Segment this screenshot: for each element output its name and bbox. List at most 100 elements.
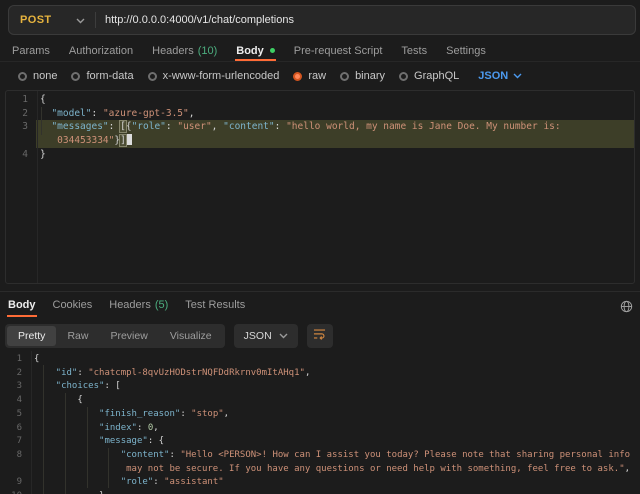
request-tab-headers[interactable]: Headers(10) <box>151 40 218 61</box>
body-mode-label: x-www-form-urlencoded <box>163 70 280 82</box>
body-mode-label: raw <box>308 70 326 82</box>
request-tab-tests[interactable]: Tests <box>400 40 428 61</box>
wrap-lines-button[interactable] <box>307 324 333 348</box>
code-line: 4} <box>6 148 634 162</box>
tab-label: Body <box>236 45 264 57</box>
tab-count-badge: (10) <box>198 45 218 57</box>
response-format-select[interactable]: JSON <box>234 324 298 348</box>
line-number: 3 <box>6 120 36 134</box>
tab-label: Cookies <box>53 299 93 311</box>
code-text: } <box>30 490 640 494</box>
view-preview[interactable]: Preview <box>99 326 158 346</box>
code-text: "messages": [{"role": "user", "content":… <box>36 120 634 147</box>
url-bar: POST http://0.0.0.0:4000/v1/chat/complet… <box>8 5 636 35</box>
body-mode-binary[interactable]: binary <box>340 70 385 82</box>
code-text: "content": "Hello <PERSON>! How can I as… <box>30 449 640 476</box>
code-line: 1{ <box>6 93 634 107</box>
radio-icon <box>293 72 302 81</box>
line-number: 4 <box>6 148 36 162</box>
tab-label: Headers <box>109 299 151 311</box>
text-cursor <box>127 134 132 145</box>
code-line: 3"messages": [{"role": "user", "content"… <box>6 120 634 147</box>
radio-icon <box>399 72 408 81</box>
response-tab-cookies[interactable]: Cookies <box>52 292 94 317</box>
code-text: "role": "assistant" <box>30 476 640 490</box>
code-line: 1{ <box>0 353 640 367</box>
body-mode-graphql[interactable]: GraphQL <box>399 70 459 82</box>
body-mode-none[interactable]: none <box>18 70 57 82</box>
line-number: 1 <box>6 93 36 107</box>
body-mode-label: none <box>33 70 57 82</box>
line-number: 6 <box>0 422 30 436</box>
response-view-switcher: PrettyRawPreviewVisualize <box>5 324 225 348</box>
url-bar-divider <box>95 12 96 28</box>
line-number: 1 <box>0 353 30 367</box>
body-mode-label: form-data <box>86 70 133 82</box>
view-raw[interactable]: Raw <box>56 326 99 346</box>
body-format-select[interactable]: JSON <box>478 70 522 82</box>
line-number: 7 <box>0 435 30 449</box>
request-tab-params[interactable]: Params <box>11 40 51 61</box>
globe-icon[interactable] <box>618 298 634 314</box>
code-line: 2"id": "chatcmpl-8qvUzHODstrNQFDdRkrnv0m… <box>0 367 640 381</box>
url-input[interactable]: http://0.0.0.0:4000/v1/chat/completions <box>105 14 294 26</box>
tab-label: Params <box>12 45 50 57</box>
indent-guide <box>41 107 42 135</box>
tab-label: Authorization <box>69 45 133 57</box>
code-line: 2"model": "azure-gpt-3.5", <box>6 107 634 121</box>
radio-icon <box>71 72 80 81</box>
tab-label: Body <box>8 299 36 311</box>
body-mode-label: binary <box>355 70 385 82</box>
gutter-divider <box>37 91 38 283</box>
code-line: 4{ <box>0 394 640 408</box>
request-tab-settings[interactable]: Settings <box>445 40 487 61</box>
unsaved-changes-dot <box>270 48 275 53</box>
response-format-label: JSON <box>244 330 272 342</box>
gutter-divider <box>31 351 32 494</box>
request-body-editor[interactable]: 1{2"model": "azure-gpt-3.5",3"messages":… <box>5 90 635 284</box>
tab-label: Pre-request Script <box>294 45 383 57</box>
code-text: } <box>36 148 634 162</box>
request-tab-pre-request-script[interactable]: Pre-request Script <box>293 40 384 61</box>
line-number: 4 <box>0 394 30 408</box>
line-number: 10 <box>0 490 30 494</box>
body-mode-row: none form-data x-www-form-urlencoded raw bin… <box>0 63 640 89</box>
response-code-lines: 1{2"id": "chatcmpl-8qvUzHODstrNQFDdRkrnv… <box>0 353 640 494</box>
line-number: 3 <box>0 380 30 394</box>
code-text: { <box>30 353 640 367</box>
code-text: "finish_reason": "stop", <box>30 408 640 422</box>
code-line: 7"message": { <box>0 435 640 449</box>
http-method-select[interactable]: POST <box>9 6 95 34</box>
body-format-label: JSON <box>478 70 508 82</box>
view-pretty[interactable]: Pretty <box>7 326 56 346</box>
chevron-down-icon <box>279 330 288 342</box>
indent-guide <box>65 393 66 494</box>
body-mode-raw[interactable]: raw <box>293 70 326 82</box>
request-tabs: Params Authorization Headers(10) Body Pre-re… <box>0 40 640 62</box>
request-tab-body[interactable]: Body <box>235 40 276 61</box>
response-tab-body[interactable]: Body <box>7 292 37 317</box>
code-line: 6"index": 0, <box>0 422 640 436</box>
line-number: 2 <box>6 107 36 121</box>
indent-guide <box>108 448 109 488</box>
response-tab-test-results[interactable]: Test Results <box>184 292 246 317</box>
radio-icon <box>18 72 27 81</box>
chevron-down-icon <box>76 11 85 29</box>
code-text: "index": 0, <box>30 422 640 436</box>
response-body-editor[interactable]: 1{2"id": "chatcmpl-8qvUzHODstrNQFDdRkrnv… <box>0 351 640 494</box>
tab-count-badge: (5) <box>155 299 168 311</box>
line-number: 2 <box>0 367 30 381</box>
api-client-window: POST http://0.0.0.0:4000/v1/chat/complet… <box>0 0 640 494</box>
body-mode-x-www-form-urlencoded[interactable]: x-www-form-urlencoded <box>148 70 280 82</box>
view-visualize[interactable]: Visualize <box>159 326 223 346</box>
code-text: "model": "azure-gpt-3.5", <box>36 107 634 121</box>
code-text: "choices": [ <box>30 380 640 394</box>
tab-label: Tests <box>401 45 427 57</box>
line-number: 8 <box>0 449 30 463</box>
request-tab-authorization[interactable]: Authorization <box>68 40 134 61</box>
radio-icon <box>148 72 157 81</box>
response-tab-headers[interactable]: Headers (5) <box>108 292 169 317</box>
indent-guide <box>87 407 88 488</box>
body-mode-form-data[interactable]: form-data <box>71 70 133 82</box>
code-text: { <box>36 93 634 107</box>
